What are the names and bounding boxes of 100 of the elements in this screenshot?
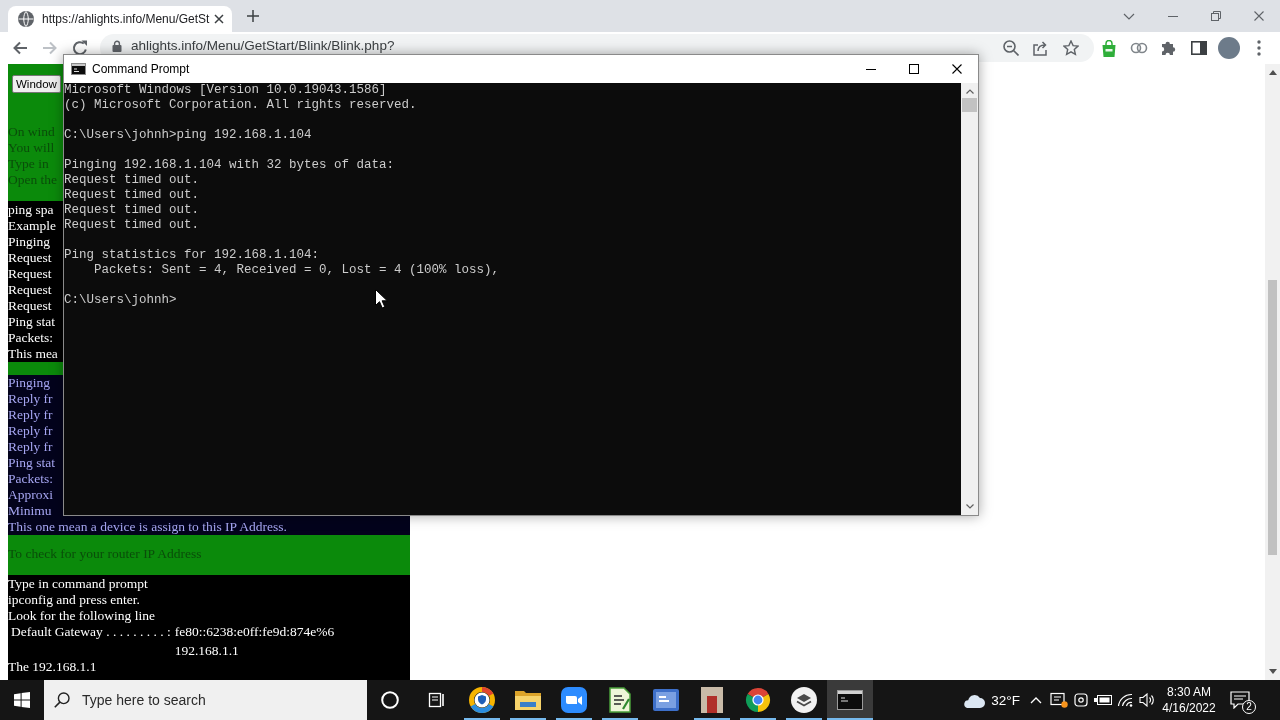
clock-date[interactable]: 4/16/2022 xyxy=(1162,700,1216,716)
console-line: Ping statistics for 192.168.1.104: xyxy=(64,248,320,263)
console-line: Request timed out. xyxy=(64,188,200,203)
page-text: ipconfig and press enter. xyxy=(8,592,140,608)
window-button[interactable]: Window xyxy=(12,75,61,93)
chevron-up-icon[interactable] xyxy=(1030,696,1042,704)
page-text: Reply fr xyxy=(8,407,53,423)
tile-icon xyxy=(653,689,679,711)
console-line: Packets: Sent = 4, Received = 0, Lost = 4 (100% loss), xyxy=(94,263,500,278)
puzzle-icon[interactable] xyxy=(1161,40,1177,56)
page-text: Request xyxy=(8,250,52,266)
battery-icon[interactable] xyxy=(1094,694,1112,706)
tablet-icon[interactable] xyxy=(1050,692,1068,708)
scrollbar-thumb[interactable] xyxy=(962,98,977,112)
page-text: Request xyxy=(8,266,52,282)
reload-icon[interactable] xyxy=(72,40,88,56)
page-text: To check for your router IP Address xyxy=(8,546,202,562)
back-icon[interactable] xyxy=(12,40,28,56)
window-title: Command Prompt xyxy=(92,62,190,76)
side-panel-icon[interactable] xyxy=(1191,41,1207,55)
page-text: Minimu xyxy=(8,503,52,519)
speaker-icon[interactable] xyxy=(1139,693,1155,707)
page-text: Ping stat xyxy=(8,314,55,330)
page-text: This one mean a device is assign to this IP Address. xyxy=(8,519,287,535)
globe-icon xyxy=(18,11,34,27)
gateway-label: Default Gateway . . . . . . . . . : xyxy=(11,624,171,640)
page-text: Approxi xyxy=(8,487,53,503)
search-icon xyxy=(54,692,70,708)
page-text: Reply fr xyxy=(8,391,53,407)
minimize-icon[interactable] xyxy=(865,68,876,70)
close-icon[interactable] xyxy=(951,64,962,74)
page-text: Packets: xyxy=(8,330,53,346)
notification-count[interactable]: 2 xyxy=(1242,700,1256,714)
page-text: Packets: xyxy=(8,471,53,487)
taskbar-app-button[interactable] xyxy=(827,680,873,720)
gateway-address: fe80::6238:e0ff:fe9d:874e%6 xyxy=(174,624,335,640)
layers-icon xyxy=(791,687,817,713)
page-text: On wind xyxy=(8,124,55,140)
close-icon[interactable] xyxy=(214,14,224,24)
zoom-out-icon[interactable] xyxy=(1003,40,1019,56)
console-line: Request timed out. xyxy=(64,218,200,233)
page-text: Open the xyxy=(8,172,58,188)
linked-rings-icon[interactable] xyxy=(1130,42,1148,54)
terminal-icon xyxy=(837,690,863,710)
scroll-down-icon[interactable] xyxy=(965,504,974,509)
picture-icon xyxy=(701,687,723,713)
shield-ring-icon xyxy=(469,687,495,713)
page-text: Look for the following line xyxy=(8,608,155,624)
plus-icon[interactable] xyxy=(247,10,259,22)
page-text: Reply fr xyxy=(8,439,53,455)
page-text: The 192.168.1.1 xyxy=(8,659,97,675)
console-line: Microsoft Windows [Version 10.0.19043.1586] xyxy=(64,83,387,98)
four-panes-icon[interactable] xyxy=(14,692,30,708)
avatar-icon[interactable] xyxy=(1218,37,1240,59)
scroll-up-icon[interactable] xyxy=(965,89,974,94)
page-text: Example xyxy=(8,218,56,234)
cloud-icon[interactable] xyxy=(961,692,986,708)
page-text: This mea xyxy=(8,346,58,362)
console-line: Request timed out. xyxy=(64,173,200,188)
scroll-down-icon[interactable] xyxy=(1268,669,1277,674)
page-text: You will xyxy=(8,140,55,156)
page-text: Reply fr xyxy=(8,423,53,439)
weather-temperature[interactable]: 32°F xyxy=(991,692,1020,708)
ring-icon[interactable] xyxy=(381,691,399,709)
restore-icon[interactable] xyxy=(1210,11,1221,21)
page-text: ping spa xyxy=(8,202,54,218)
clock-time[interactable]: 8:30 AM xyxy=(1167,684,1211,700)
segmented-circle-icon xyxy=(745,687,771,713)
page-text: Request xyxy=(8,282,52,298)
page-text: Type in xyxy=(8,156,49,172)
webcam-icon[interactable] xyxy=(1074,692,1088,708)
browser-tab[interactable]: https://ahlights.info/Menu/GetSt xyxy=(8,6,232,32)
url-text[interactable]: ahlights.info/Menu/GetStart/Blink/Blink.php? xyxy=(131,38,395,53)
gateway-address: 192.168.1.1 xyxy=(174,643,239,659)
page-text: Pinging xyxy=(8,375,50,391)
page-text: Ping stat xyxy=(8,455,55,471)
terminal-icon xyxy=(71,63,86,75)
page-text: Request xyxy=(8,298,52,314)
shopping-bag-icon[interactable] xyxy=(1101,39,1117,57)
console-line: Request timed out. xyxy=(64,203,200,218)
console-line: Pinging 192.168.1.104 with 32 bytes of data: xyxy=(64,158,395,173)
video-camera-icon xyxy=(561,687,587,713)
console-line: C:\Users\johnh>ping 192.168.1.104 xyxy=(64,128,312,143)
menu-icon[interactable] xyxy=(1257,40,1261,56)
scroll-up-icon[interactable] xyxy=(1268,70,1277,75)
share-icon[interactable] xyxy=(1033,40,1049,56)
chevron-down-icon[interactable] xyxy=(1123,12,1135,20)
console-line: C:\Users\johnh> xyxy=(64,293,177,308)
search-field[interactable]: Type here to search xyxy=(44,680,367,720)
mouse-pointer-icon xyxy=(375,289,388,309)
star-icon[interactable] xyxy=(1063,40,1079,56)
console-line: (c) Microsoft Corporation. All rights reserved. xyxy=(64,98,417,113)
wifi-icon[interactable] xyxy=(1117,693,1133,707)
page-text: Type in command prompt xyxy=(8,576,148,592)
scrollbar-thumb[interactable] xyxy=(1268,280,1277,555)
page-text: Pinging xyxy=(8,234,50,250)
lock-icon[interactable] xyxy=(112,40,122,52)
task-view-icon[interactable] xyxy=(427,692,445,708)
maximize-icon[interactable] xyxy=(908,64,919,74)
notification-icon[interactable] xyxy=(1230,691,1250,709)
